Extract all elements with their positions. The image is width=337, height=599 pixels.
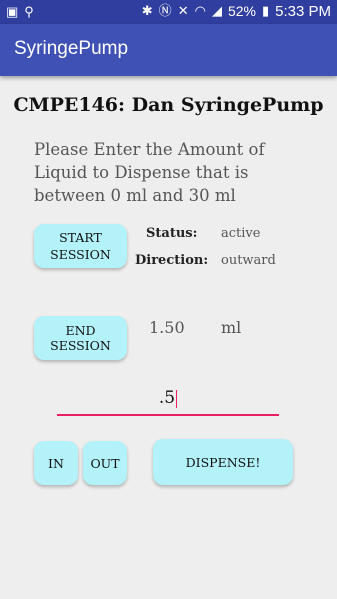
direction-label: Direction: — [135, 253, 209, 268]
image-icon: ▣ — [6, 4, 19, 19]
start-session-label: START SESSION — [50, 230, 111, 262]
wifi-icon: ◠ — [194, 3, 206, 18]
battery-percent: 52% — [227, 3, 256, 19]
amount-input[interactable]: .5 — [57, 384, 279, 416]
instructions-text: Please Enter the Amount of Liquid to Dis… — [34, 140, 265, 205]
amount-value: 1.50 — [149, 318, 185, 337]
page-heading: CMPE146: Dan SyringePump — [13, 94, 324, 116]
end-session-button[interactable]: END SESSION — [34, 316, 127, 360]
signal-icon: ◢ — [211, 3, 222, 18]
dispense-button-label: DISPENSE! — [185, 454, 261, 470]
out-button-label: OUT — [90, 455, 120, 471]
in-button-label: IN — [48, 455, 64, 471]
text-cursor — [176, 389, 178, 408]
bluetooth-icon: ✱ — [141, 3, 153, 18]
nfc-icon: Ⓝ — [158, 3, 172, 18]
battery-icon: ▮ — [261, 3, 270, 18]
amount-unit: ml — [221, 318, 242, 337]
app-bar: SyringePump — [0, 24, 337, 76]
dispense-button[interactable]: DISPENSE! — [153, 439, 293, 485]
clock: 5:33 PM — [275, 2, 331, 20]
amount-input-value: .5 — [158, 388, 176, 408]
status-label: Status: — [146, 226, 198, 241]
end-session-label: END SESSION — [50, 323, 111, 353]
in-button[interactable]: IN — [34, 441, 78, 485]
status-bar: ▣ ⚲ ✱ Ⓝ ✕ ◠ ◢ 52% ▮ 5:33 PM — [0, 0, 337, 24]
status-value: active — [221, 226, 261, 241]
out-button[interactable]: OUT — [83, 441, 127, 485]
usb-icon: ⚲ — [24, 4, 34, 19]
direction-value: outward — [221, 253, 276, 268]
mute-icon: ✕ — [177, 3, 189, 18]
start-session-button[interactable]: START SESSION — [34, 224, 127, 268]
app-title: SyringePump — [14, 38, 129, 59]
